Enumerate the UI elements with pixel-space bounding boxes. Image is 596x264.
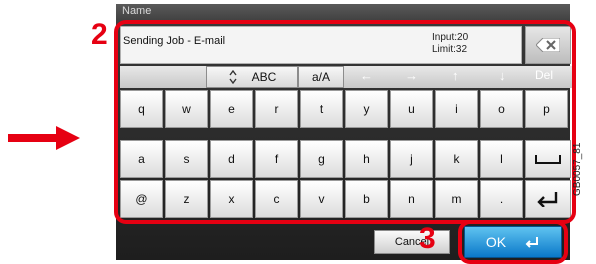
- step-2-callout: 2: [91, 18, 108, 51]
- step-3-callout: 3: [419, 222, 436, 255]
- cancel-button[interactable]: Cancel: [374, 230, 450, 254]
- keyboard-highlight-frame: [114, 20, 576, 224]
- figure-code: GB0057_81: [572, 142, 583, 196]
- pointer-arrow-icon: [8, 126, 80, 150]
- ok-highlight-frame: [458, 220, 568, 264]
- screen-title: Name: [122, 5, 152, 17]
